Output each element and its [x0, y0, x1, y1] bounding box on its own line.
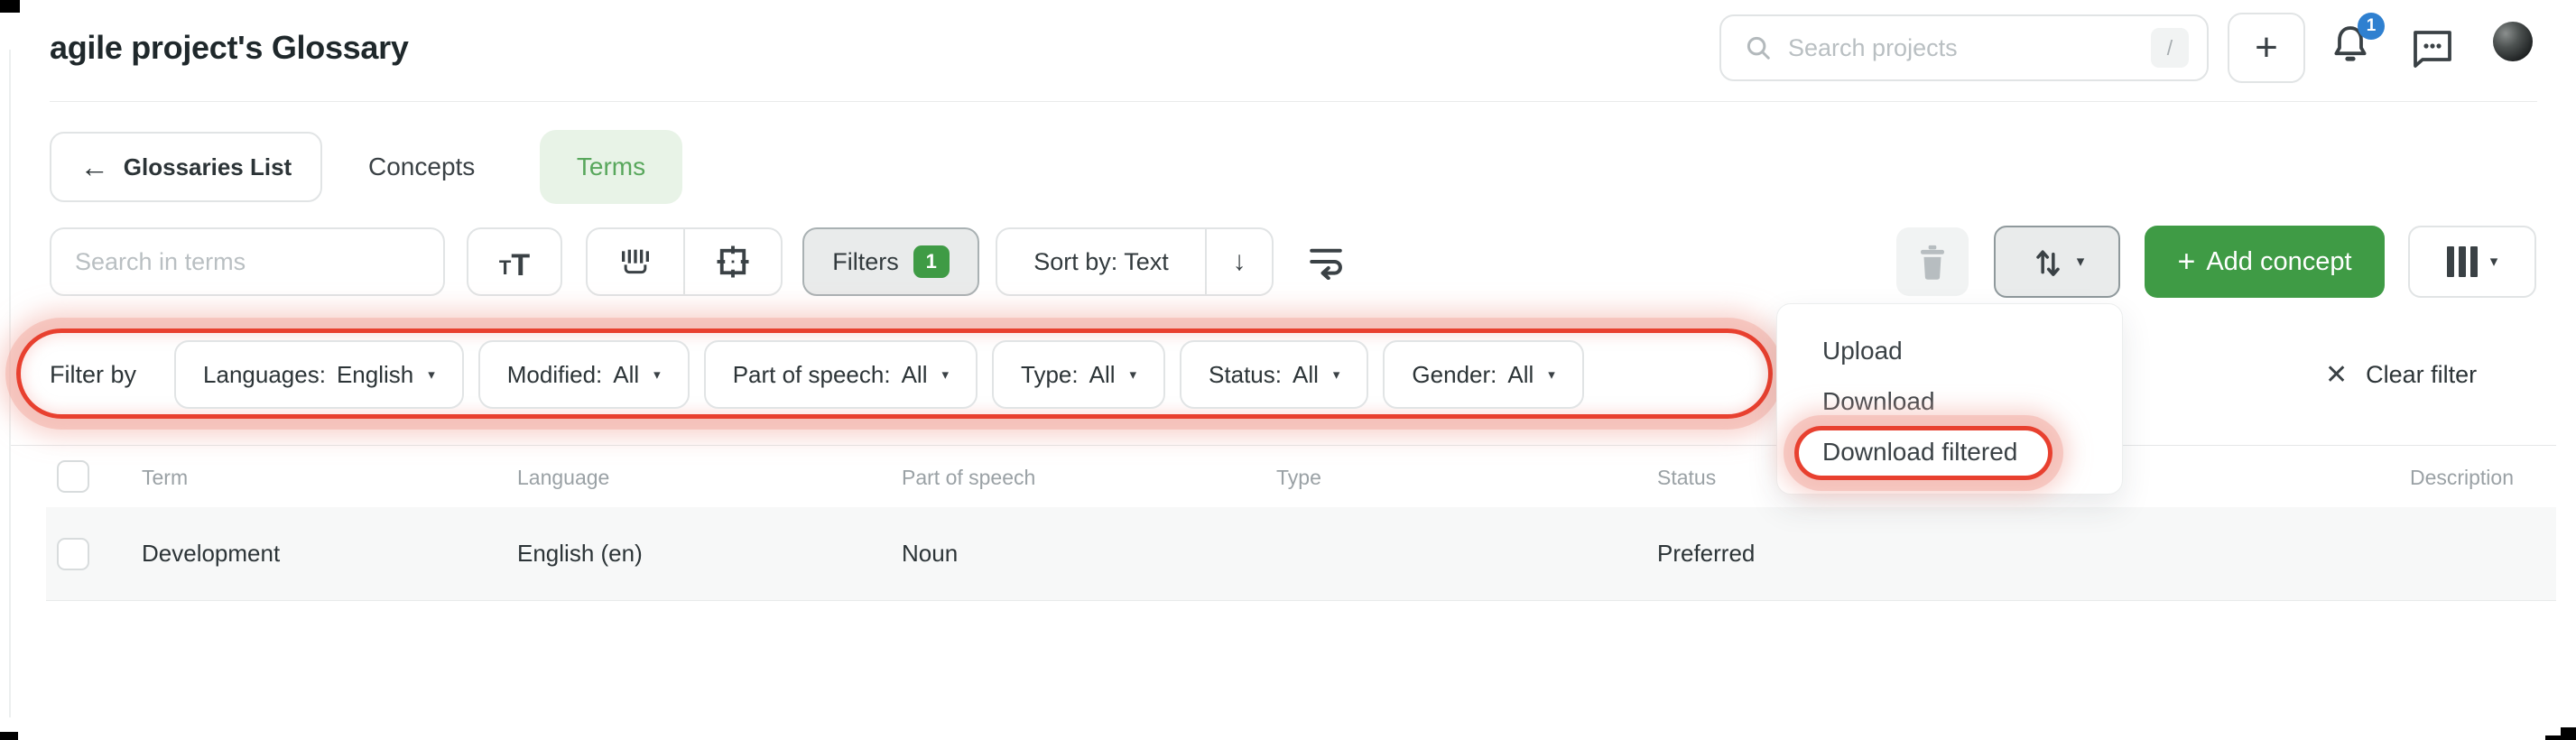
upload-download-menu: Upload Download Download filtered: [1776, 303, 2123, 495]
notification-count-badge: 1: [2358, 13, 2385, 40]
caret-down-icon: ▾: [941, 367, 950, 383]
create-new-button[interactable]: +: [2228, 13, 2305, 83]
filter-bar: Filter by Languages: English ▾ Modified:…: [50, 339, 1584, 410]
match-mode-buttons: [586, 227, 783, 296]
card-left-edge: [9, 50, 11, 717]
caret-down-icon: ▾: [2489, 253, 2498, 270]
filter-part-of-speech[interactable]: Part of speech: All ▾: [703, 340, 978, 409]
sort-controls: Sort by: Text ↓: [996, 227, 1274, 296]
header-divider: [50, 101, 2537, 102]
case-icon: T: [498, 256, 512, 279]
tab-terms[interactable]: Terms: [540, 130, 682, 204]
col-header-status[interactable]: Status: [1657, 466, 1716, 490]
caret-down-icon: ▾: [1332, 367, 1340, 383]
cell-language: English (en): [517, 540, 643, 567]
wrap-text-button[interactable]: [1307, 244, 1345, 280]
user-avatar[interactable]: [2493, 22, 2533, 61]
marker-top-left: [0, 0, 20, 13]
col-header-term[interactable]: Term: [142, 466, 188, 490]
cell-term: Development: [142, 540, 281, 567]
caret-down-icon: ▾: [2076, 253, 2085, 270]
add-concept-button[interactable]: + Add concept: [2145, 226, 2385, 298]
filters-count-badge: 1: [913, 245, 950, 278]
terms-search[interactable]: [50, 227, 445, 296]
page-title: agile project's Glossary: [50, 29, 409, 66]
delete-button[interactable]: [1896, 227, 1969, 296]
table-header-row: Term Language Part of speech Type Status…: [11, 446, 2556, 507]
col-header-part-of-speech[interactable]: Part of speech: [902, 466, 1035, 490]
upload-download-menu-button[interactable]: ▾: [1994, 226, 2120, 298]
back-button-label: Glossaries List: [123, 153, 292, 180]
filter-languages[interactable]: Languages: English ▾: [174, 340, 464, 409]
notifications-button[interactable]: 1: [2329, 13, 2385, 76]
col-header-description[interactable]: Description: [2410, 466, 2514, 490]
arrow-left-icon: ←: [79, 150, 109, 183]
case-sensitivity-button[interactable]: TT: [467, 227, 562, 296]
frame-match-button[interactable]: [683, 229, 781, 294]
col-header-type[interactable]: Type: [1276, 466, 1321, 490]
plus-icon: +: [2177, 244, 2196, 279]
menu-item-download[interactable]: Download: [1777, 376, 2122, 427]
caret-down-icon: ▾: [653, 367, 661, 383]
exact-match-button[interactable]: [588, 229, 683, 294]
close-icon: ✕: [2325, 359, 2349, 390]
project-search[interactable]: /: [1719, 14, 2209, 81]
sort-direction-button[interactable]: ↓: [1205, 229, 1272, 294]
marker-bottom-left: [0, 732, 18, 740]
search-shortcut-badge: /: [2151, 28, 2189, 68]
row-checkbox[interactable]: [57, 538, 89, 570]
filter-gender[interactable]: Gender: All ▾: [1383, 340, 1584, 409]
select-all-checkbox[interactable]: [57, 460, 89, 493]
plus-icon: +: [2255, 25, 2278, 69]
menu-item-upload[interactable]: Upload: [1777, 326, 2122, 376]
filter-type[interactable]: Type: All ▾: [992, 340, 1166, 409]
wrap-text-icon: [1310, 248, 1342, 280]
terms-search-input[interactable]: [75, 247, 420, 276]
clear-filter-button[interactable]: ✕ Clear filter: [2325, 339, 2477, 410]
col-header-language[interactable]: Language: [517, 466, 609, 490]
cell-status: Preferred: [1657, 540, 1756, 567]
barcode-icon: [622, 249, 649, 274]
sort-by-button[interactable]: Sort by: Text: [997, 229, 1205, 294]
table-row[interactable]: Development English (en) Noun Preferred: [46, 507, 2556, 601]
arrow-down-icon: ↓: [1232, 246, 1246, 276]
cell-part-of-speech: Noun: [902, 540, 959, 567]
filter-by-label: Filter by: [50, 360, 137, 388]
search-icon: [1747, 36, 1770, 60]
filters-button-label: Filters: [832, 247, 899, 275]
back-to-glossaries-button[interactable]: ← Glossaries List: [50, 132, 322, 202]
project-search-input[interactable]: [1788, 33, 2151, 62]
caret-down-icon: ▾: [428, 367, 435, 383]
feedback-button[interactable]: [2408, 27, 2455, 70]
columns-menu-button[interactable]: ▾: [2408, 226, 2536, 298]
up-down-arrows-icon: [2035, 250, 2060, 276]
trash-icon: [1921, 245, 1944, 280]
caret-down-icon: ▾: [1548, 367, 1555, 383]
clear-filter-label: Clear filter: [2366, 360, 2478, 388]
columns-icon: [2446, 246, 2478, 277]
filters-button[interactable]: Filters 1: [802, 227, 979, 296]
glossary-page: agile project's Glossary / + 1 ← Glossar…: [0, 0, 2576, 740]
add-concept-label: Add concept: [2206, 246, 2352, 276]
crop-frame-icon: [717, 245, 749, 278]
filter-status[interactable]: Status: All ▾: [1180, 340, 1369, 409]
tab-concepts[interactable]: Concepts: [368, 132, 475, 202]
caret-down-icon: ▾: [1129, 367, 1137, 383]
menu-item-download-filtered[interactable]: Download filtered: [1777, 427, 2122, 477]
filter-modified[interactable]: Modified: All ▾: [477, 340, 690, 409]
marker-bottom-right-2: [2545, 735, 2576, 740]
chat-icon: [2414, 31, 2451, 68]
